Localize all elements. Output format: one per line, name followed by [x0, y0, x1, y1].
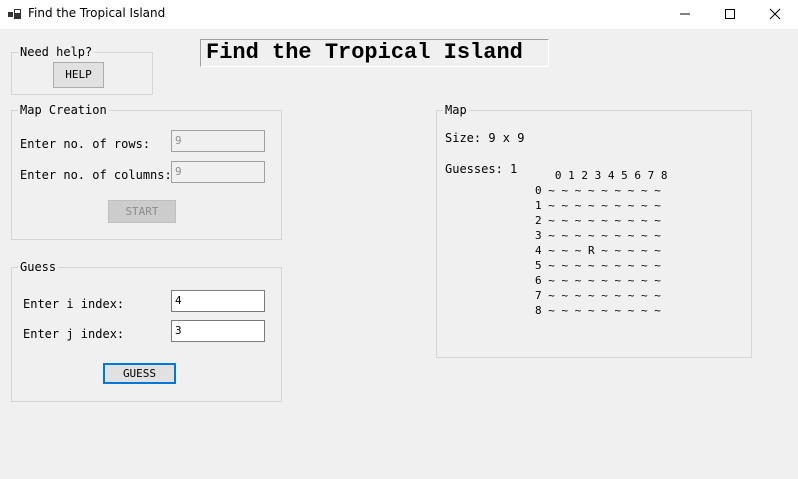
help-button[interactable]: HELP: [53, 62, 104, 88]
title-bar: Find the Tropical Island: [0, 0, 798, 29]
guess-group-legend: Guess: [18, 260, 59, 274]
map-grid-row: 6 ~ ~ ~ ~ ~ ~ ~ ~ ~: [535, 274, 661, 287]
j-index-input[interactable]: 3: [171, 320, 265, 342]
help-group-legend: Need help?: [18, 45, 95, 59]
page-heading: Find the Tropical Island: [200, 39, 549, 67]
map-grid-row: 0 ~ ~ ~ ~ ~ ~ ~ ~ ~: [535, 184, 661, 197]
rows-input[interactable]: 9: [171, 130, 265, 152]
rows-label: Enter no. of rows:: [20, 137, 151, 151]
map-grid-row: 4 ~ ~ ~ R ~ ~ ~ ~ ~: [535, 244, 661, 257]
app-icon: [8, 9, 21, 19]
guess-button[interactable]: GUESS: [103, 363, 176, 384]
map-grid-row: 5 ~ ~ ~ ~ ~ ~ ~ ~ ~: [535, 259, 661, 272]
minimize-button[interactable]: [662, 0, 708, 29]
guesses-count-label: Guesses: 1: [445, 162, 518, 176]
maximize-button[interactable]: [707, 0, 753, 29]
minimize-icon: [680, 13, 690, 15]
map-grid-row: 8 ~ ~ ~ ~ ~ ~ ~ ~ ~: [535, 304, 661, 317]
columns-label: Enter no. of columns:: [20, 168, 172, 182]
close-icon: [769, 8, 781, 20]
close-button[interactable]: [752, 0, 798, 29]
window-title: Find the Tropical Island: [28, 6, 166, 20]
map-creation-legend: Map Creation: [18, 103, 109, 117]
map-grid-row: 1 ~ ~ ~ ~ ~ ~ ~ ~ ~: [535, 199, 661, 212]
j-index-label: Enter j index:: [23, 327, 125, 341]
map-grid-header: 0 1 2 3 4 5 6 7 8: [535, 169, 668, 182]
start-button[interactable]: START: [108, 200, 176, 223]
maximize-icon: [725, 9, 735, 19]
i-index-input[interactable]: 4: [171, 290, 265, 312]
map-grid-row: 2 ~ ~ ~ ~ ~ ~ ~ ~ ~: [535, 214, 661, 227]
map-grid-row: 3 ~ ~ ~ ~ ~ ~ ~ ~ ~: [535, 229, 661, 242]
i-index-label: Enter i index:: [23, 297, 125, 311]
map-grid-row: 7 ~ ~ ~ ~ ~ ~ ~ ~ ~: [535, 289, 661, 302]
map-size-label: Size: 9 x 9: [445, 131, 525, 145]
map-group-legend: Map: [443, 103, 469, 117]
columns-input[interactable]: 9: [171, 161, 265, 183]
